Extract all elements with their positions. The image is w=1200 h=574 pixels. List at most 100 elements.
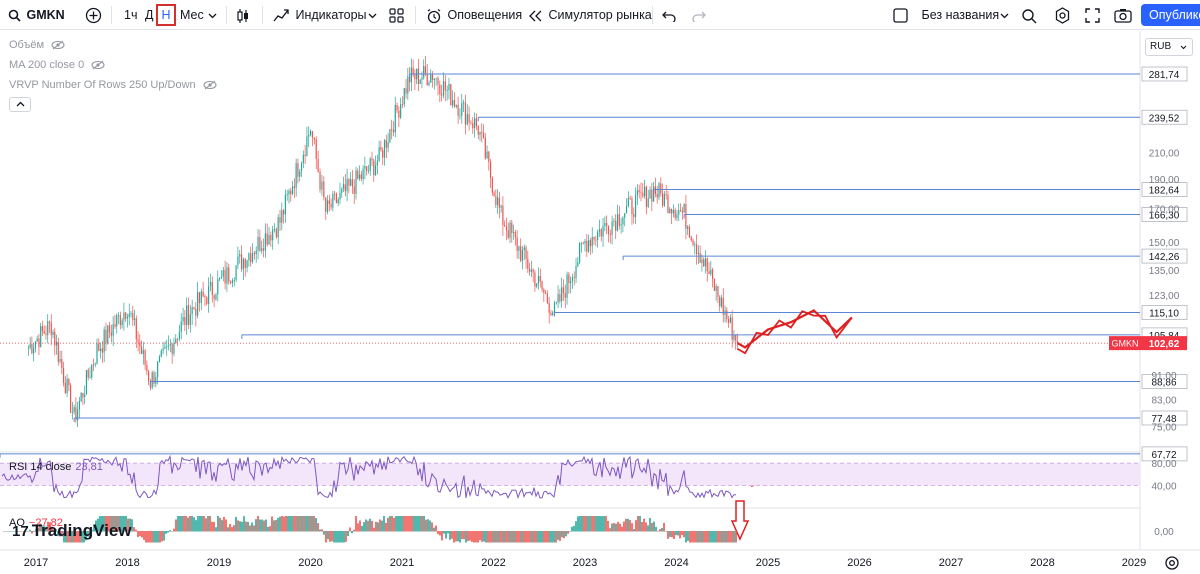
candle-body xyxy=(392,129,395,133)
quick-search-button[interactable] xyxy=(1021,0,1037,30)
rsi-axis-tick: 80,00 xyxy=(1151,459,1176,470)
candle xyxy=(344,173,346,197)
ao-bar xyxy=(531,531,533,543)
ao-bar xyxy=(267,526,269,532)
ao-bar xyxy=(259,519,261,532)
layout-menu-button[interactable]: Без названия xyxy=(893,0,999,30)
ao-bar xyxy=(439,531,441,536)
level-price-tag[interactable]: 115,10 xyxy=(1149,309,1179,320)
candle-body xyxy=(164,346,166,349)
candle xyxy=(584,238,586,252)
ao-bar xyxy=(501,531,503,543)
candle xyxy=(497,189,499,214)
currency-select[interactable]: RUB xyxy=(1145,38,1193,56)
ao-bar xyxy=(243,516,245,532)
publish-button[interactable]: Опубликов xyxy=(1141,4,1200,26)
ao-bar xyxy=(565,531,567,537)
candle-body xyxy=(674,209,676,218)
candle-body xyxy=(580,242,583,244)
alerts-button[interactable]: Оповещения xyxy=(426,0,522,30)
redo-button[interactable] xyxy=(692,0,706,30)
candle xyxy=(557,285,559,309)
settings-button[interactable] xyxy=(1054,0,1071,30)
candle xyxy=(504,220,506,227)
ao-bar xyxy=(429,520,431,532)
chart-canvas[interactable]: 281,74239,52182,64166,30142,26115,10105,… xyxy=(0,31,1200,574)
layout-dropdown[interactable] xyxy=(1000,0,1009,30)
candle xyxy=(392,121,395,137)
templates-button[interactable] xyxy=(389,0,404,30)
ao-bar xyxy=(517,531,519,543)
candle-body xyxy=(237,256,239,266)
candle xyxy=(92,358,95,372)
gear-icon[interactable] xyxy=(1164,555,1180,571)
indicators-button[interactable]: Индикаторы xyxy=(273,0,367,30)
timeframe-1h[interactable]: 1ч xyxy=(124,0,137,30)
candle-body xyxy=(470,122,472,124)
level-price-tag[interactable]: 239,52 xyxy=(1149,113,1180,124)
ma-legend[interactable]: MA 200 close 0 xyxy=(9,59,105,71)
candle xyxy=(579,242,581,265)
level-price-tag[interactable]: 142,26 xyxy=(1149,252,1180,263)
rsi-legend[interactable]: RSI 14 close 23,81 xyxy=(9,461,103,473)
ao-bar xyxy=(607,520,609,532)
candle xyxy=(82,392,84,406)
indicators-dropdown[interactable] xyxy=(368,0,377,30)
candle-body xyxy=(182,316,184,322)
candle-body xyxy=(272,229,274,241)
candle-body xyxy=(171,344,173,354)
symbol-search-button[interactable]: GMKN xyxy=(8,0,65,30)
candle xyxy=(208,277,210,313)
level-price-tag[interactable]: 182,64 xyxy=(1149,186,1180,197)
candle-body xyxy=(321,181,323,190)
ao-bar xyxy=(279,516,281,532)
candle-body xyxy=(173,343,175,354)
search-icon xyxy=(8,9,21,22)
collapse-legend-button[interactable] xyxy=(9,97,31,112)
candle-body xyxy=(497,197,499,206)
candle-body xyxy=(364,166,366,169)
timeframe-month[interactable]: Мес xyxy=(180,0,204,30)
ao-bar xyxy=(353,529,355,532)
candle-body xyxy=(220,276,223,278)
candle xyxy=(679,203,682,212)
ao-bar xyxy=(157,531,159,543)
candle-body xyxy=(545,292,547,294)
level-price-tag[interactable]: 281,74 xyxy=(1149,70,1180,81)
ao-bar xyxy=(615,523,617,532)
compare-symbol-button[interactable] xyxy=(85,0,102,30)
timeframe-dropdown[interactable] xyxy=(208,0,217,30)
timeframe-week[interactable]: Н xyxy=(156,4,176,26)
candle-body xyxy=(546,293,548,303)
timeframe-day[interactable]: Д xyxy=(145,0,153,30)
tradingview-logo[interactable]: 17 TradingView xyxy=(12,521,132,543)
candle xyxy=(239,250,241,264)
chart-area[interactable]: 281,74239,52182,64166,30142,26115,10105,… xyxy=(0,31,1200,574)
candle xyxy=(110,324,112,342)
chart-type-button[interactable] xyxy=(236,0,250,30)
fullscreen-button[interactable] xyxy=(1085,0,1100,30)
candle xyxy=(706,257,708,282)
candle xyxy=(385,135,387,159)
ao-bar xyxy=(263,520,265,532)
vrvp-legend[interactable]: VRVP Number Of Rows 250 Up/Down xyxy=(9,79,217,91)
snapshot-button[interactable] xyxy=(1114,0,1132,30)
candle xyxy=(414,69,416,91)
candle xyxy=(521,245,524,270)
candle-body xyxy=(193,307,195,309)
eye-off-icon[interactable] xyxy=(203,80,217,90)
replay-button[interactable]: Симулятор рынка xyxy=(529,0,652,30)
ao-bar xyxy=(503,531,505,543)
ao-bar xyxy=(193,517,195,532)
volume-legend[interactable]: Объём xyxy=(9,39,65,51)
eye-off-icon[interactable] xyxy=(91,60,105,70)
candle xyxy=(337,197,339,207)
candle xyxy=(625,198,628,214)
candle xyxy=(575,258,577,283)
candle xyxy=(633,207,635,224)
ao-bar xyxy=(397,516,399,532)
eye-off-icon[interactable] xyxy=(51,40,65,50)
ao-bar xyxy=(473,531,475,543)
candle xyxy=(357,168,359,180)
undo-button[interactable] xyxy=(662,0,676,30)
